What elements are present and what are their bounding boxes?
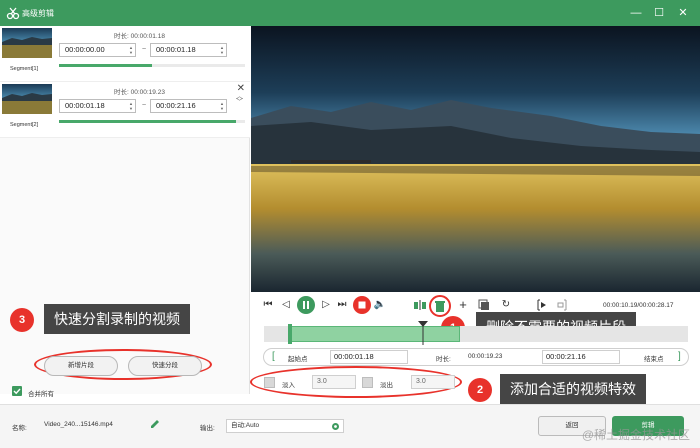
spinner-icon[interactable]: ▲ ▼	[220, 101, 224, 111]
video-preview[interactable]	[251, 26, 700, 292]
segment-duration: 时长: 00:00:19.23	[114, 89, 165, 96]
watermark: @稀土掘金技术社区	[581, 428, 690, 442]
fade-out-label: 淡出	[380, 382, 393, 389]
segment-item-2[interactable]: Segment[2] 时长: 00:00:19.23 00:00:01.18 ▲…	[0, 82, 250, 138]
segment-progress-bar	[59, 64, 245, 67]
timeline-start-handle[interactable]	[288, 324, 292, 344]
copy-icon[interactable]	[477, 298, 491, 312]
start-point-field[interactable]: 00:00:01.18	[330, 350, 408, 364]
end-bracket-icon[interactable]: ]	[678, 350, 681, 364]
skip-end-icon[interactable]: ⏭	[335, 298, 349, 312]
reorder-icon[interactable]: ︿ ﹀	[236, 93, 243, 106]
start-bracket-icon[interactable]: [	[272, 350, 275, 364]
pause-icon[interactable]	[297, 296, 315, 314]
output-select[interactable]: 自动;Auto	[226, 419, 344, 433]
minimize-button[interactable]: —	[628, 5, 644, 21]
quick-split-button[interactable]: 快速分段	[128, 356, 202, 376]
segment-panel: Segment[1] 时长: 00:00:01.18 00:00:00.00 ▲…	[0, 26, 250, 398]
segment-label: Segment[2]	[10, 122, 39, 128]
mark-out-icon[interactable]	[555, 298, 569, 312]
fade-out-checkbox[interactable]	[362, 377, 373, 388]
refresh-icon[interactable]: ↻	[499, 298, 513, 312]
range-dash: ~	[142, 102, 147, 109]
close-button[interactable]: ✕	[675, 5, 691, 21]
end-point-label: 结束点	[644, 356, 664, 363]
segment-item-1[interactable]: Segment[1] 时长: 00:00:01.18 00:00:00.00 ▲…	[0, 26, 250, 82]
segment-progress-bar	[59, 120, 245, 123]
range-row: [ 起始点 00:00:01.18 时长: 00:00:19.23 00:00:…	[263, 348, 689, 366]
mark-in-icon[interactable]	[535, 298, 549, 312]
output-label: 输出:	[200, 425, 215, 432]
window-title: 高级剪辑	[22, 9, 54, 18]
segment-end-time[interactable]: 00:00:21.16 ▲ ▼	[150, 99, 227, 113]
fade-in-field[interactable]: 3.0	[312, 375, 356, 389]
step-forward-icon[interactable]: ▷	[319, 298, 333, 312]
segment-end-time[interactable]: 00:00:01.18 ▲ ▼	[150, 43, 227, 57]
segment-thumbnail	[2, 28, 52, 58]
gear-icon[interactable]	[331, 422, 340, 431]
file-name: Video_240...15146.mp4	[44, 421, 113, 428]
merge-all-label: 合并所有	[28, 391, 54, 398]
segment-start-time[interactable]: 00:00:00.00 ▲ ▼	[59, 43, 136, 57]
segment-start-value: 00:00:01.18	[65, 101, 105, 110]
trash-icon[interactable]	[433, 299, 447, 313]
timeline-track[interactable]	[264, 321, 688, 345]
duration-label: 时长:	[436, 356, 451, 363]
annotation-2-text: 添加合适的视频特效	[500, 374, 646, 404]
segment-duration: 时长: 00:00:01.18	[114, 33, 165, 40]
output-value: 自动;Auto	[231, 422, 260, 429]
edit-icon[interactable]	[150, 419, 160, 429]
fade-out-field[interactable]: 3.0	[411, 375, 455, 389]
playhead-icon[interactable]	[418, 321, 428, 345]
range-dash: ~	[142, 46, 147, 53]
segment-thumbnail	[2, 84, 52, 114]
segment-progress-fill	[59, 64, 152, 67]
annotation-3-text: 快速分割录制的视频	[44, 304, 190, 334]
segment-end-value: 00:00:01.18	[156, 45, 196, 54]
annotation-3-badge: 3	[10, 308, 34, 332]
volume-icon[interactable]: 🔈	[373, 298, 387, 312]
split-icon[interactable]	[413, 298, 427, 312]
duration-value: 00:00:19.23	[468, 353, 503, 360]
segment-label: Segment[1]	[10, 66, 39, 72]
step-back-icon[interactable]: ◁	[279, 298, 293, 312]
segment-end-value: 00:00:21.16	[156, 101, 196, 110]
fade-in-checkbox[interactable]	[264, 377, 275, 388]
skip-start-icon[interactable]: ⏮	[261, 298, 275, 312]
spinner-icon[interactable]: ▲ ▼	[129, 45, 133, 55]
start-point-label: 起始点	[288, 356, 308, 363]
timecode: 00:00:10.19/00:00:28.17	[603, 302, 674, 309]
merge-checkbox[interactable]	[12, 386, 22, 396]
segment-progress-fill	[59, 120, 236, 123]
timeline-selection[interactable]	[288, 326, 460, 342]
annotation-2-badge: 2	[468, 378, 492, 402]
spinner-icon[interactable]: ▲ ▼	[220, 45, 224, 55]
app-logo-icon	[6, 7, 20, 20]
stop-icon[interactable]	[353, 296, 371, 314]
segment-start-value: 00:00:00.00	[65, 45, 105, 54]
new-segment-button[interactable]: 新增片段	[44, 356, 118, 376]
maximize-button[interactable]: ☐	[651, 5, 667, 21]
spinner-icon[interactable]: ▲ ▼	[129, 101, 133, 111]
segment-start-time[interactable]: 00:00:01.18 ▲ ▼	[59, 99, 136, 113]
plus-icon[interactable]: +	[456, 298, 470, 312]
fade-in-label: 淡入	[282, 382, 295, 389]
name-label: 名称:	[12, 425, 27, 432]
title-bar: 高级剪辑 — ☐ ✕	[0, 0, 700, 26]
end-point-field[interactable]: 00:00:21.16	[542, 350, 620, 364]
